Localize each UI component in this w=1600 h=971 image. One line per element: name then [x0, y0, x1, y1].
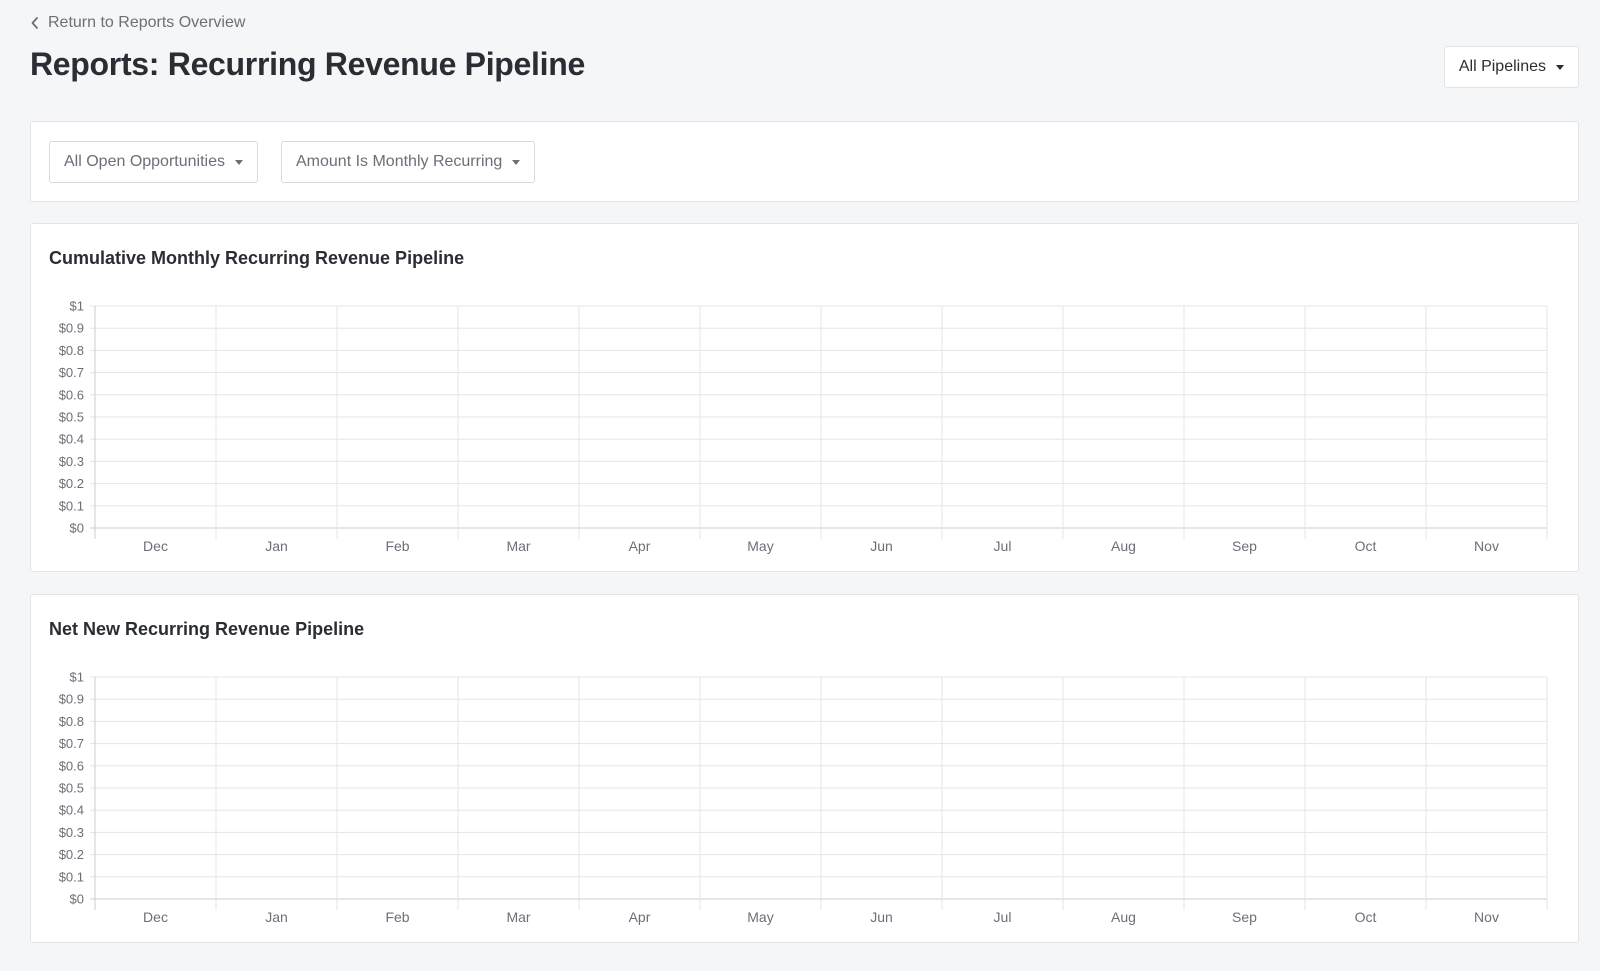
page-title: Reports: Recurring Revenue Pipeline: [30, 46, 585, 82]
y-tick-label: $0.7: [59, 736, 84, 751]
x-tick-label: May: [747, 538, 773, 554]
x-tick-label: Oct: [1355, 909, 1377, 925]
cumulative-mrr-chart-card: Cumulative Monthly Recurring Revenue Pip…: [30, 223, 1579, 572]
y-tick-label: $0.3: [59, 825, 84, 840]
y-tick-label: $0.1: [59, 498, 84, 513]
x-tick-label: Dec: [143, 538, 168, 554]
y-tick-label: $0.7: [59, 365, 84, 380]
x-tick-label: Mar: [506, 538, 530, 554]
y-tick-label: $1: [70, 299, 84, 314]
back-link-label: Return to Reports Overview: [48, 14, 246, 31]
y-tick-label: $0: [70, 892, 84, 907]
x-tick-label: Aug: [1111, 909, 1136, 925]
y-tick-label: $0.2: [59, 847, 84, 862]
x-tick-label: Feb: [385, 909, 409, 925]
y-tick-label: $0.8: [59, 714, 84, 729]
opportunities-filter[interactable]: All Open Opportunities: [49, 141, 258, 183]
back-link[interactable]: Return to Reports Overview: [30, 14, 245, 32]
x-tick-label: Apr: [629, 538, 651, 554]
opportunities-filter-label: All Open Opportunities: [64, 153, 225, 170]
x-tick-label: Aug: [1111, 538, 1136, 554]
caret-down-icon: [512, 159, 521, 165]
x-tick-label: Jun: [870, 538, 893, 554]
y-tick-label: $0.8: [59, 343, 84, 358]
y-tick-label: $0.5: [59, 410, 84, 425]
y-tick-label: $0: [70, 521, 84, 536]
y-tick-label: $0.6: [59, 758, 84, 773]
x-tick-label: Oct: [1355, 538, 1377, 554]
x-tick-label: Jan: [265, 909, 288, 925]
x-tick-label: Feb: [385, 538, 409, 554]
amount-type-filter[interactable]: Amount Is Monthly Recurring: [281, 141, 536, 183]
pipeline-select-label: All Pipelines: [1458, 58, 1546, 75]
y-tick-label: $0.1: [59, 869, 84, 884]
x-tick-label: Apr: [629, 909, 651, 925]
y-tick-label: $0.2: [59, 476, 84, 491]
y-tick-label: $0.6: [59, 387, 84, 402]
chevron-left-icon: [31, 17, 38, 29]
net-new-rr-chart: $0 $0.1 $0.2 $0.3 $0.4 $0.5 $0.6 $0.7 $0.8 $0.9 $1…: [59, 670, 1548, 925]
x-tick-label: Sep: [1232, 909, 1257, 925]
x-tick-label: Jan: [265, 538, 288, 554]
y-tick-label: $0.4: [59, 432, 84, 447]
x-tick-label: Nov: [1474, 538, 1499, 554]
pipeline-select[interactable]: All Pipelines: [1443, 46, 1579, 88]
y-tick-label: $0.5: [59, 781, 84, 796]
y-tick-label: $0.9: [59, 321, 84, 336]
y-tick-label: $0.9: [59, 692, 84, 707]
caret-down-icon: [234, 159, 243, 165]
caret-down-icon: [1556, 64, 1564, 70]
net-new-rr-chart-card: Net New Recurring Revenue Pipeline $0 $0.…: [30, 594, 1579, 943]
y-tick-label: $1: [70, 670, 84, 685]
x-tick-label: Nov: [1474, 909, 1499, 925]
x-tick-label: Jul: [994, 538, 1012, 554]
x-tick-label: Sep: [1232, 538, 1257, 554]
cumulative-mrr-chart: $0 $0.1 $0.2 $0.3 $0.4 $0.5 $0.6 $0.7 $0.8 $0.9 $1…: [59, 299, 1548, 554]
x-tick-label: May: [747, 909, 773, 925]
x-tick-label: Mar: [506, 909, 530, 925]
y-tick-label: $0.4: [59, 803, 84, 818]
filter-panel: All Open Opportunities Amount Is Monthly…: [30, 121, 1579, 202]
amount-type-filter-label: Amount Is Monthly Recurring: [296, 153, 503, 170]
x-tick-label: Jun: [870, 909, 893, 925]
x-tick-label: Dec: [143, 909, 168, 925]
y-tick-label: $0.3: [59, 454, 84, 469]
x-tick-label: Jul: [994, 909, 1012, 925]
